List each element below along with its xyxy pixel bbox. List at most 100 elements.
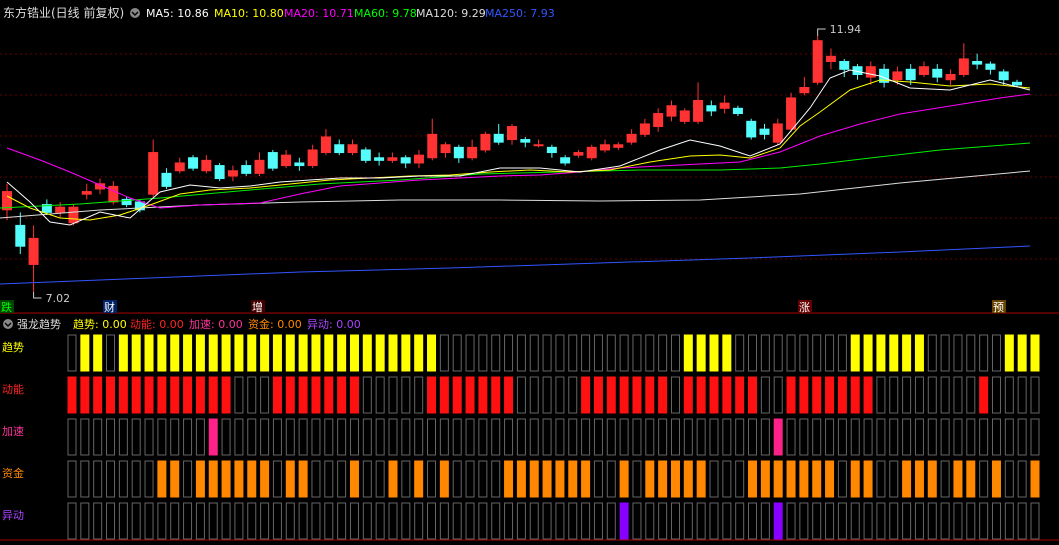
candle[interactable]: [467, 139, 478, 161]
candle[interactable]: [786, 92, 797, 132]
candle[interactable]: [440, 142, 451, 158]
candle[interactable]: [227, 165, 238, 182]
candle[interactable]: [201, 155, 212, 174]
candle[interactable]: [334, 139, 345, 156]
candle[interactable]: [573, 149, 584, 158]
candle[interactable]: [985, 61, 996, 75]
candle[interactable]: [600, 139, 611, 153]
candle[interactable]: [639, 118, 650, 137]
signal-bar: [401, 502, 411, 540]
signal-bar: [131, 334, 141, 372]
signal-bar: [979, 376, 989, 414]
signal-bar: [940, 502, 950, 540]
signal-bar: [542, 334, 552, 372]
candle[interactable]: [174, 157, 185, 174]
candle[interactable]: [294, 157, 305, 171]
candle[interactable]: [453, 144, 464, 163]
candle[interactable]: [918, 61, 929, 78]
high-marker: [817, 28, 826, 36]
candle[interactable]: [533, 139, 544, 148]
candle[interactable]: [732, 105, 743, 117]
candle[interactable]: [28, 225, 39, 292]
candle[interactable]: [812, 36, 823, 85]
signal-bar: [298, 418, 308, 456]
signal-bar: [247, 334, 257, 372]
event-marker[interactable]: 预: [992, 300, 1006, 314]
signal-bar: [825, 334, 835, 372]
candle[interactable]: [400, 155, 411, 169]
candle[interactable]: [281, 149, 292, 169]
candle[interactable]: [347, 139, 358, 156]
candle[interactable]: [148, 139, 159, 197]
candle[interactable]: [520, 136, 531, 148]
signal-bar: [529, 460, 539, 498]
candle[interactable]: [188, 155, 199, 171]
event-marker[interactable]: 涨: [798, 300, 812, 314]
candle[interactable]: [254, 152, 265, 176]
signal-bar: [362, 460, 372, 498]
candle[interactable]: [2, 183, 12, 221]
candle[interactable]: [879, 64, 890, 88]
signal-bar: [748, 502, 758, 540]
candle[interactable]: [932, 64, 943, 83]
signal-bar: [221, 334, 231, 372]
candle[interactable]: [546, 144, 557, 158]
signal-bar: [388, 502, 398, 540]
signal-bar: [670, 502, 680, 540]
candle[interactable]: [706, 100, 717, 117]
candle[interactable]: [214, 162, 225, 182]
signal-bar: [349, 334, 359, 372]
candle[interactable]: [413, 149, 424, 169]
candle[interactable]: [480, 131, 491, 153]
candle[interactable]: [666, 100, 677, 122]
candle[interactable]: [799, 77, 810, 96]
candle[interactable]: [746, 118, 757, 140]
candle[interactable]: [374, 152, 385, 166]
chevron-down-icon[interactable]: [3, 319, 13, 329]
candle[interactable]: [15, 212, 26, 255]
event-marker-label: 增: [252, 300, 263, 314]
candle[interactable]: [653, 108, 664, 132]
event-marker[interactable]: 跌: [0, 300, 14, 314]
candle[interactable]: [772, 118, 783, 145]
chevron-down-icon[interactable]: [130, 8, 140, 18]
candle[interactable]: [161, 168, 172, 189]
signal-bar: [760, 334, 770, 372]
candle[interactable]: [387, 152, 398, 163]
signal-bar: [606, 502, 616, 540]
chart-canvas[interactable]: 东方锆业(日线 前复权) MA5: 10.86 MA10: 10.80 MA20: 1…: [0, 0, 1059, 542]
candle[interactable]: [613, 142, 624, 150]
candle[interactable]: [241, 160, 252, 176]
candle[interactable]: [679, 108, 690, 124]
signal-bar: [311, 460, 321, 498]
signal-bar: [298, 334, 308, 372]
signal-bar: [272, 376, 282, 414]
candle[interactable]: [560, 155, 571, 166]
candle[interactable]: [972, 53, 983, 70]
candle[interactable]: [507, 123, 517, 145]
candle[interactable]: [320, 129, 331, 156]
candle[interactable]: [586, 144, 597, 161]
signal-bar: [825, 460, 835, 498]
candle[interactable]: [360, 147, 371, 163]
candle[interactable]: [719, 95, 730, 114]
event-marker[interactable]: 增: [251, 300, 265, 314]
signal-bar: [375, 502, 385, 540]
candle[interactable]: [55, 201, 66, 218]
candle[interactable]: [307, 144, 318, 169]
signal-bar: [799, 334, 809, 372]
candle[interactable]: [825, 48, 836, 70]
candle[interactable]: [839, 58, 850, 78]
candle[interactable]: [759, 123, 770, 140]
signal-bar: [106, 460, 116, 498]
event-marker[interactable]: 财: [103, 300, 117, 314]
candle[interactable]: [427, 118, 438, 161]
candle[interactable]: [958, 43, 969, 78]
signal-bar: [748, 334, 758, 372]
candle[interactable]: [267, 149, 278, 171]
candle[interactable]: [945, 69, 956, 85]
candle[interactable]: [626, 129, 637, 145]
candle[interactable]: [493, 123, 504, 145]
candle[interactable]: [81, 183, 92, 200]
candle[interactable]: [693, 82, 704, 124]
